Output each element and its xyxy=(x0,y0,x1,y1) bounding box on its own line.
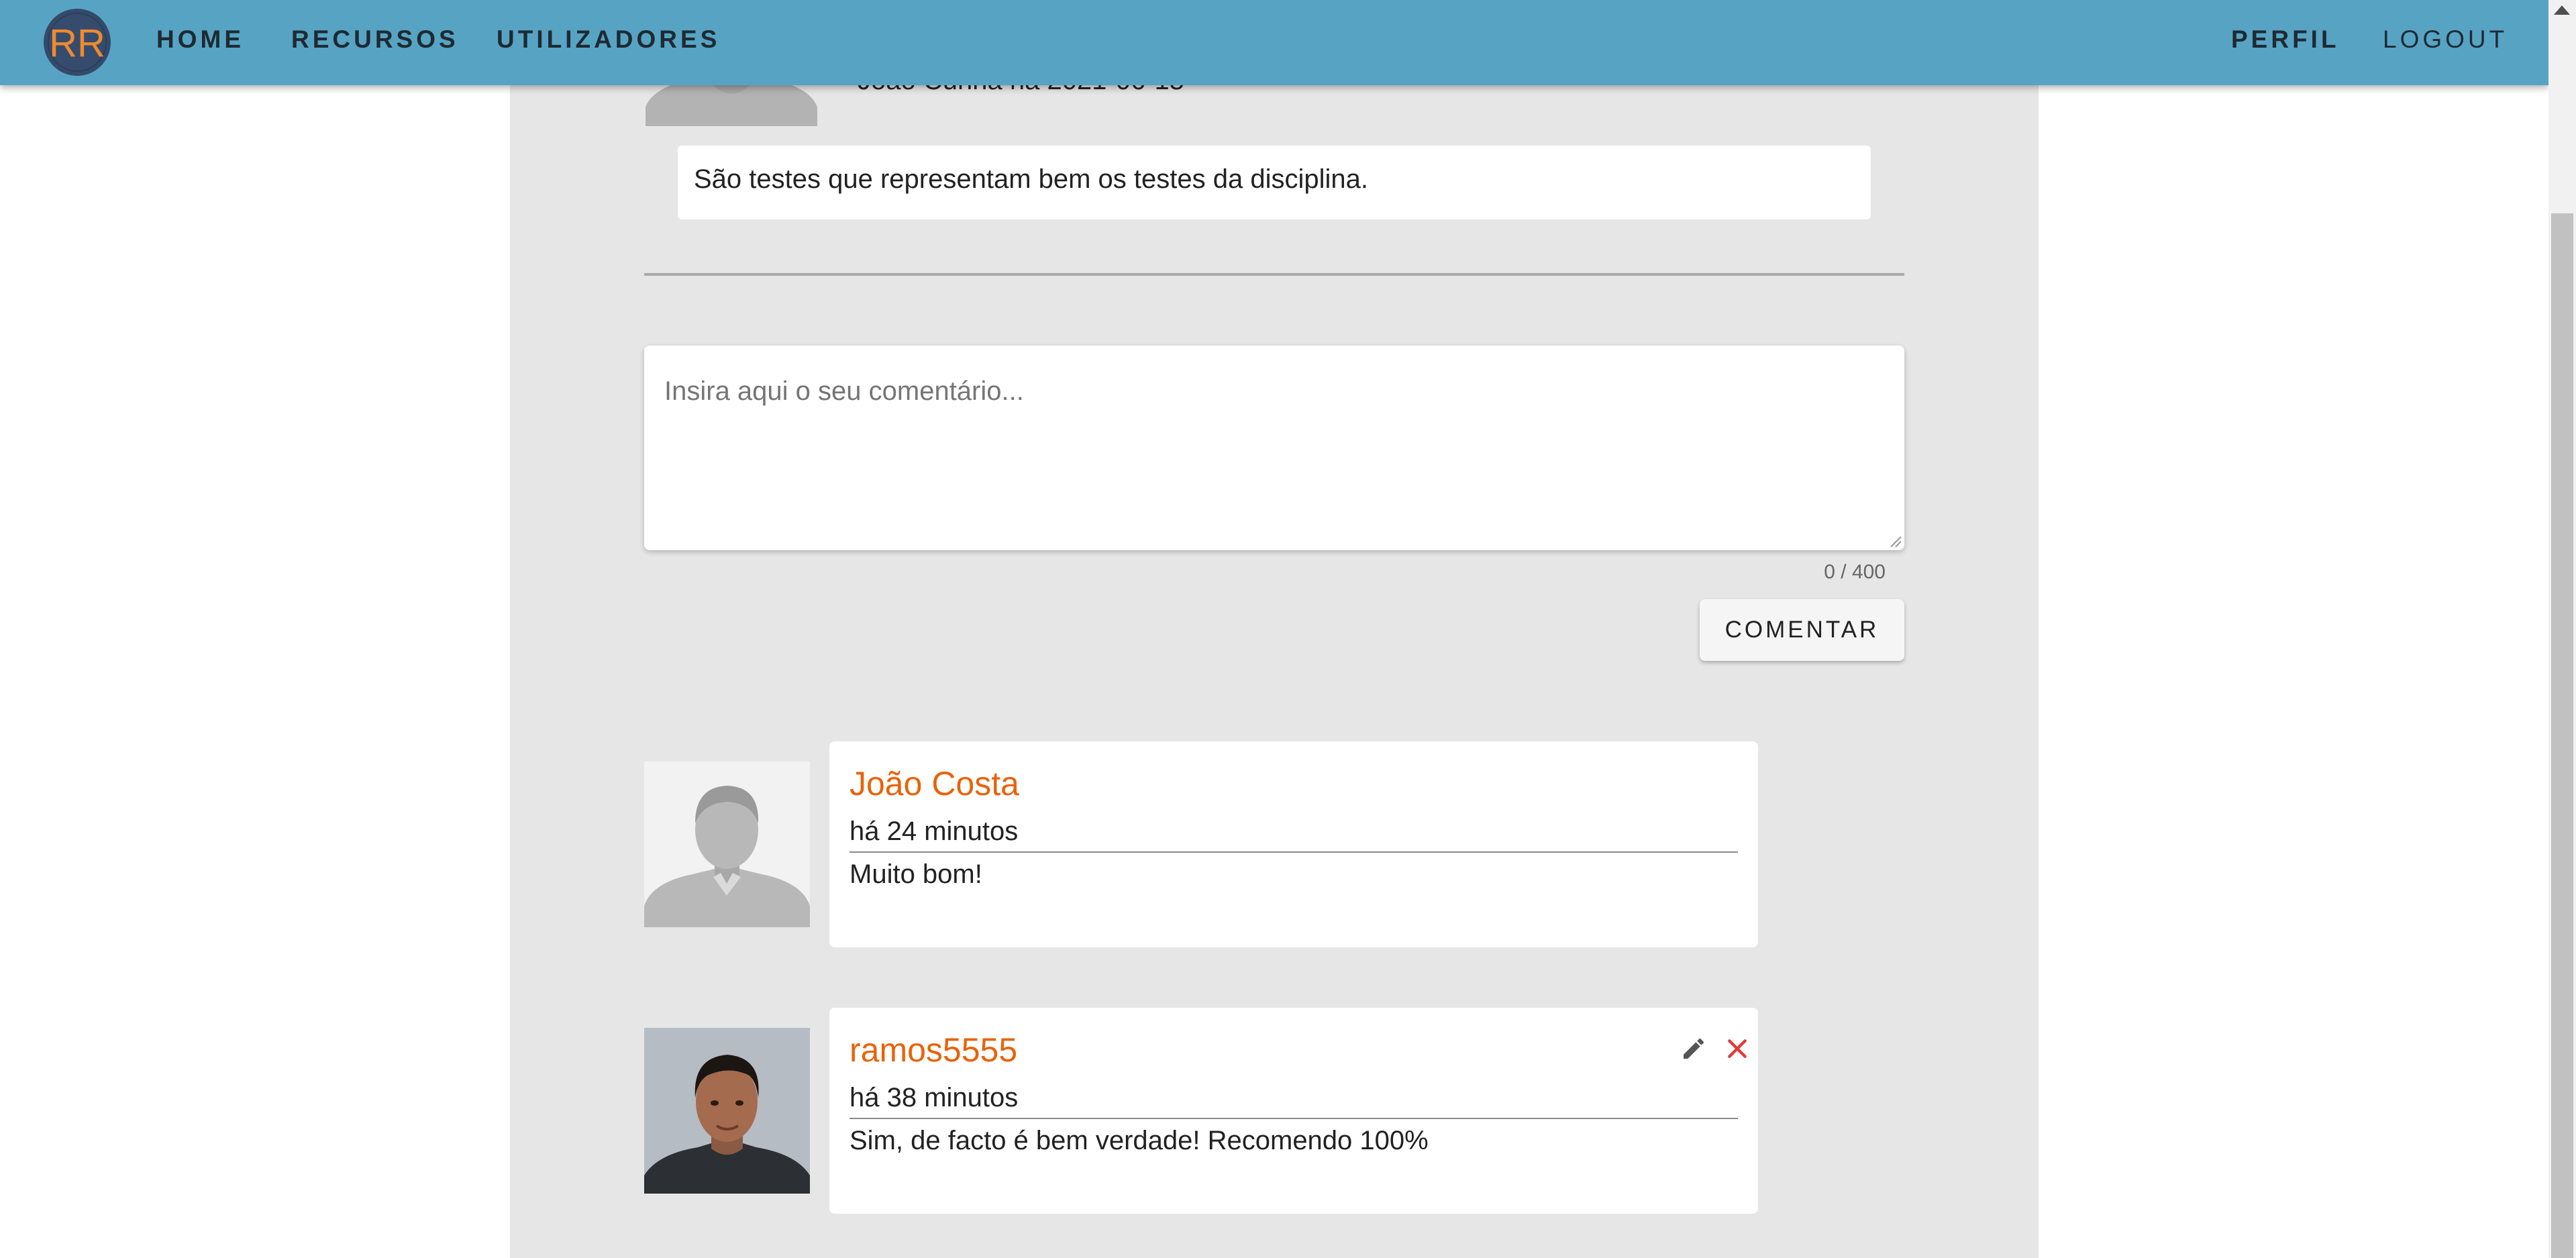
user-photo-icon xyxy=(644,1028,810,1194)
comment-card: ramos5555 há 38 minutos Sim, de facto é … xyxy=(829,1008,1758,1214)
comment-input[interactable] xyxy=(644,346,1904,550)
nav-users[interactable]: UTILIZADORES xyxy=(497,25,720,54)
default-avatar-icon xyxy=(644,762,810,927)
comment-divider xyxy=(849,851,1738,853)
vertical-scrollbar[interactable] xyxy=(2548,0,2576,1258)
post-detail-column: João Cunha há 2021-06-15 São testes que … xyxy=(510,0,2039,1258)
nav-profile[interactable]: PERFIL xyxy=(2231,25,2340,54)
comment-avatar xyxy=(644,1028,810,1194)
logo[interactable]: RR xyxy=(43,8,111,76)
section-divider xyxy=(644,273,1904,276)
close-icon[interactable] xyxy=(1724,1035,1751,1062)
top-navigation-bar: RR HOME RECURSOS UTILIZADORES PERFIL LOG… xyxy=(0,0,2548,85)
comment-author[interactable]: ramos5555 xyxy=(849,1031,1017,1069)
comment-submit-button[interactable]: COMENTAR xyxy=(1700,599,1904,661)
comment-divider xyxy=(849,1118,1738,1119)
comment-text: Muito bom! xyxy=(849,859,982,889)
logo-icon: RR xyxy=(44,9,111,76)
pencil-icon[interactable] xyxy=(1680,1035,1707,1062)
logo-text: RR xyxy=(49,21,105,65)
comment-timestamp: há 38 minutos xyxy=(849,1083,1019,1112)
comment-card: João Costa há 24 minutos Muito bom! xyxy=(829,741,1758,947)
comment-avatar xyxy=(644,762,810,927)
nav-logout[interactable]: LOGOUT xyxy=(2383,25,2508,54)
scrollbar-thumb[interactable] xyxy=(2551,213,2573,1258)
char-counter: 0 / 400 xyxy=(1824,561,1886,583)
scroll-up-icon[interactable] xyxy=(2554,5,2570,15)
nav-resources[interactable]: RECURSOS xyxy=(291,25,459,54)
comment-author[interactable]: João Costa xyxy=(849,764,1019,803)
comment-timestamp: há 24 minutos xyxy=(849,817,1019,846)
nav-home[interactable]: HOME xyxy=(156,25,244,54)
comment-text: Sim, de facto é bem verdade! Recomendo 1… xyxy=(849,1126,1429,1155)
resize-grip-icon[interactable] xyxy=(1888,534,1902,547)
post-body: São testes que representam bem os testes… xyxy=(678,146,1871,219)
